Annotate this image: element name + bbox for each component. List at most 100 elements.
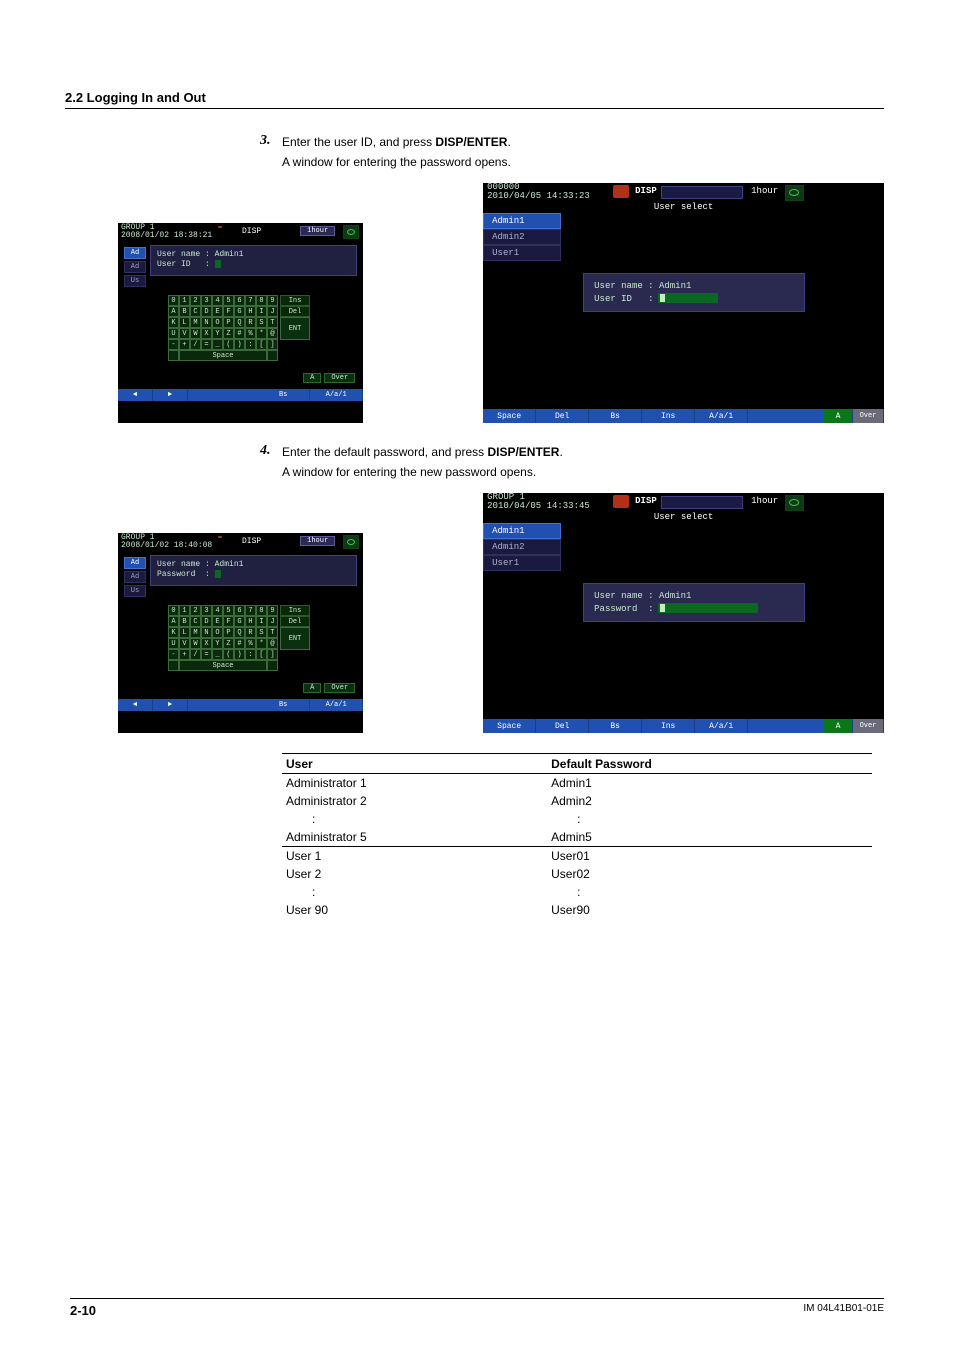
key-*[interactable]: * bbox=[256, 638, 267, 649]
ss2-right[interactable]: ► bbox=[153, 699, 188, 711]
key-G[interactable]: G bbox=[234, 616, 245, 627]
ss2-tab-1[interactable]: Ad bbox=[124, 557, 146, 569]
key-E[interactable]: E bbox=[212, 306, 223, 317]
key-A[interactable]: A bbox=[168, 306, 179, 317]
key-2[interactable]: 2 bbox=[190, 605, 201, 616]
key-#[interactable]: # bbox=[234, 638, 245, 649]
key-+[interactable]: + bbox=[179, 339, 190, 350]
key-X[interactable]: X bbox=[201, 638, 212, 649]
key-T[interactable]: T bbox=[267, 627, 278, 638]
key-C[interactable]: C bbox=[190, 306, 201, 317]
key-V[interactable]: V bbox=[179, 328, 190, 339]
key-O[interactable]: O bbox=[212, 627, 223, 638]
key-=[interactable]: = bbox=[201, 339, 212, 350]
key-+[interactable]: + bbox=[179, 649, 190, 660]
bs2-space[interactable]: Space bbox=[483, 719, 536, 733]
key-ins[interactable]: Ins bbox=[280, 295, 310, 306]
key-W[interactable]: W bbox=[190, 328, 201, 339]
text-cursor[interactable] bbox=[215, 260, 221, 268]
key-E[interactable]: E bbox=[212, 616, 223, 627]
key-4[interactable]: 4 bbox=[212, 295, 223, 306]
key-1[interactable]: 1 bbox=[179, 295, 190, 306]
key-5[interactable]: 5 bbox=[223, 605, 234, 616]
key-0[interactable]: 0 bbox=[168, 295, 179, 306]
key-6[interactable]: 6 bbox=[234, 295, 245, 306]
bs2-input[interactable] bbox=[658, 603, 758, 613]
key-M[interactable]: M bbox=[190, 317, 201, 328]
key-S[interactable]: S bbox=[256, 317, 267, 328]
key-space[interactable]: Space bbox=[179, 660, 267, 671]
key-][interactable]: ] bbox=[267, 339, 278, 350]
bs2-tab-admin2[interactable]: Admin2 bbox=[483, 539, 561, 555]
key-ent[interactable]: ENT bbox=[280, 317, 310, 340]
key-U[interactable]: U bbox=[168, 638, 179, 649]
text-cursor[interactable] bbox=[215, 570, 221, 578]
ss1-bs[interactable]: Bs bbox=[257, 389, 310, 401]
key-L[interactable]: L bbox=[179, 627, 190, 638]
key-B[interactable]: B bbox=[179, 616, 190, 627]
key-_[interactable]: _ bbox=[212, 339, 223, 350]
key-O[interactable]: O bbox=[212, 317, 223, 328]
key-del[interactable]: Del bbox=[280, 306, 310, 317]
key-S[interactable]: S bbox=[256, 627, 267, 638]
key-:[interactable]: : bbox=[245, 649, 256, 660]
ss2-tab-2[interactable]: Ad bbox=[124, 571, 146, 583]
key-F[interactable]: F bbox=[223, 616, 234, 627]
key-A[interactable]: A bbox=[168, 616, 179, 627]
key-N[interactable]: N bbox=[201, 317, 212, 328]
key-J[interactable]: J bbox=[267, 306, 278, 317]
key-Q[interactable]: Q bbox=[234, 627, 245, 638]
bs2-tab-admin1[interactable]: Admin1 bbox=[483, 523, 561, 539]
key-B[interactable]: B bbox=[179, 306, 190, 317]
key-*[interactable]: * bbox=[256, 328, 267, 339]
ss2-left[interactable]: ◄ bbox=[118, 699, 153, 711]
key-5[interactable]: 5 bbox=[223, 295, 234, 306]
key-F[interactable]: F bbox=[223, 306, 234, 317]
key-([interactable]: ( bbox=[223, 339, 234, 350]
bs1-input[interactable] bbox=[658, 293, 718, 303]
key--[interactable]: - bbox=[168, 339, 179, 350]
key-)[interactable]: ) bbox=[234, 649, 245, 660]
key-R[interactable]: R bbox=[245, 627, 256, 638]
key-del[interactable]: Del bbox=[280, 616, 310, 627]
bs1-del[interactable]: Del bbox=[536, 409, 589, 423]
key-K[interactable]: K bbox=[168, 317, 179, 328]
key-H[interactable]: H bbox=[245, 306, 256, 317]
key-Q[interactable]: Q bbox=[234, 317, 245, 328]
key-G[interactable]: G bbox=[234, 306, 245, 317]
key-D[interactable]: D bbox=[201, 306, 212, 317]
bs2-aa1[interactable]: A/a/1 bbox=[695, 719, 748, 733]
key-][interactable]: ] bbox=[267, 649, 278, 660]
key-Y[interactable]: Y bbox=[212, 638, 223, 649]
bs2-del[interactable]: Del bbox=[536, 719, 589, 733]
key-C[interactable]: C bbox=[190, 616, 201, 627]
key-P[interactable]: P bbox=[223, 317, 234, 328]
key-_[interactable]: _ bbox=[212, 649, 223, 660]
key-3[interactable]: 3 bbox=[201, 295, 212, 306]
key-Z[interactable]: Z bbox=[223, 328, 234, 339]
key-W[interactable]: W bbox=[190, 638, 201, 649]
ss1-aa1[interactable]: A/a/1 bbox=[310, 389, 363, 401]
key-@[interactable]: @ bbox=[267, 638, 278, 649]
key-2[interactable]: 2 bbox=[190, 295, 201, 306]
ss1-tab-1[interactable]: Ad bbox=[124, 247, 146, 259]
ss1-1hour[interactable]: 1hour bbox=[300, 226, 335, 236]
key-8[interactable]: 8 bbox=[256, 605, 267, 616]
key-I[interactable]: I bbox=[256, 306, 267, 317]
key-:[interactable]: : bbox=[245, 339, 256, 350]
key-/[interactable]: / bbox=[190, 649, 201, 660]
key-4[interactable]: 4 bbox=[212, 605, 223, 616]
key-J[interactable]: J bbox=[267, 616, 278, 627]
bs1-space[interactable]: Space bbox=[483, 409, 536, 423]
bs2-tab-user1[interactable]: User1 bbox=[483, 555, 561, 571]
key-blank-r[interactable] bbox=[267, 350, 278, 361]
key--[interactable]: - bbox=[168, 649, 179, 660]
key-blank-l[interactable] bbox=[168, 660, 179, 671]
key-1[interactable]: 1 bbox=[179, 605, 190, 616]
key-I[interactable]: I bbox=[256, 616, 267, 627]
bs1-tab-admin1[interactable]: Admin1 bbox=[483, 213, 561, 229]
bs1-aa1[interactable]: A/a/1 bbox=[695, 409, 748, 423]
key-blank-r[interactable] bbox=[267, 660, 278, 671]
key-)[interactable]: ) bbox=[234, 339, 245, 350]
key-Z[interactable]: Z bbox=[223, 638, 234, 649]
